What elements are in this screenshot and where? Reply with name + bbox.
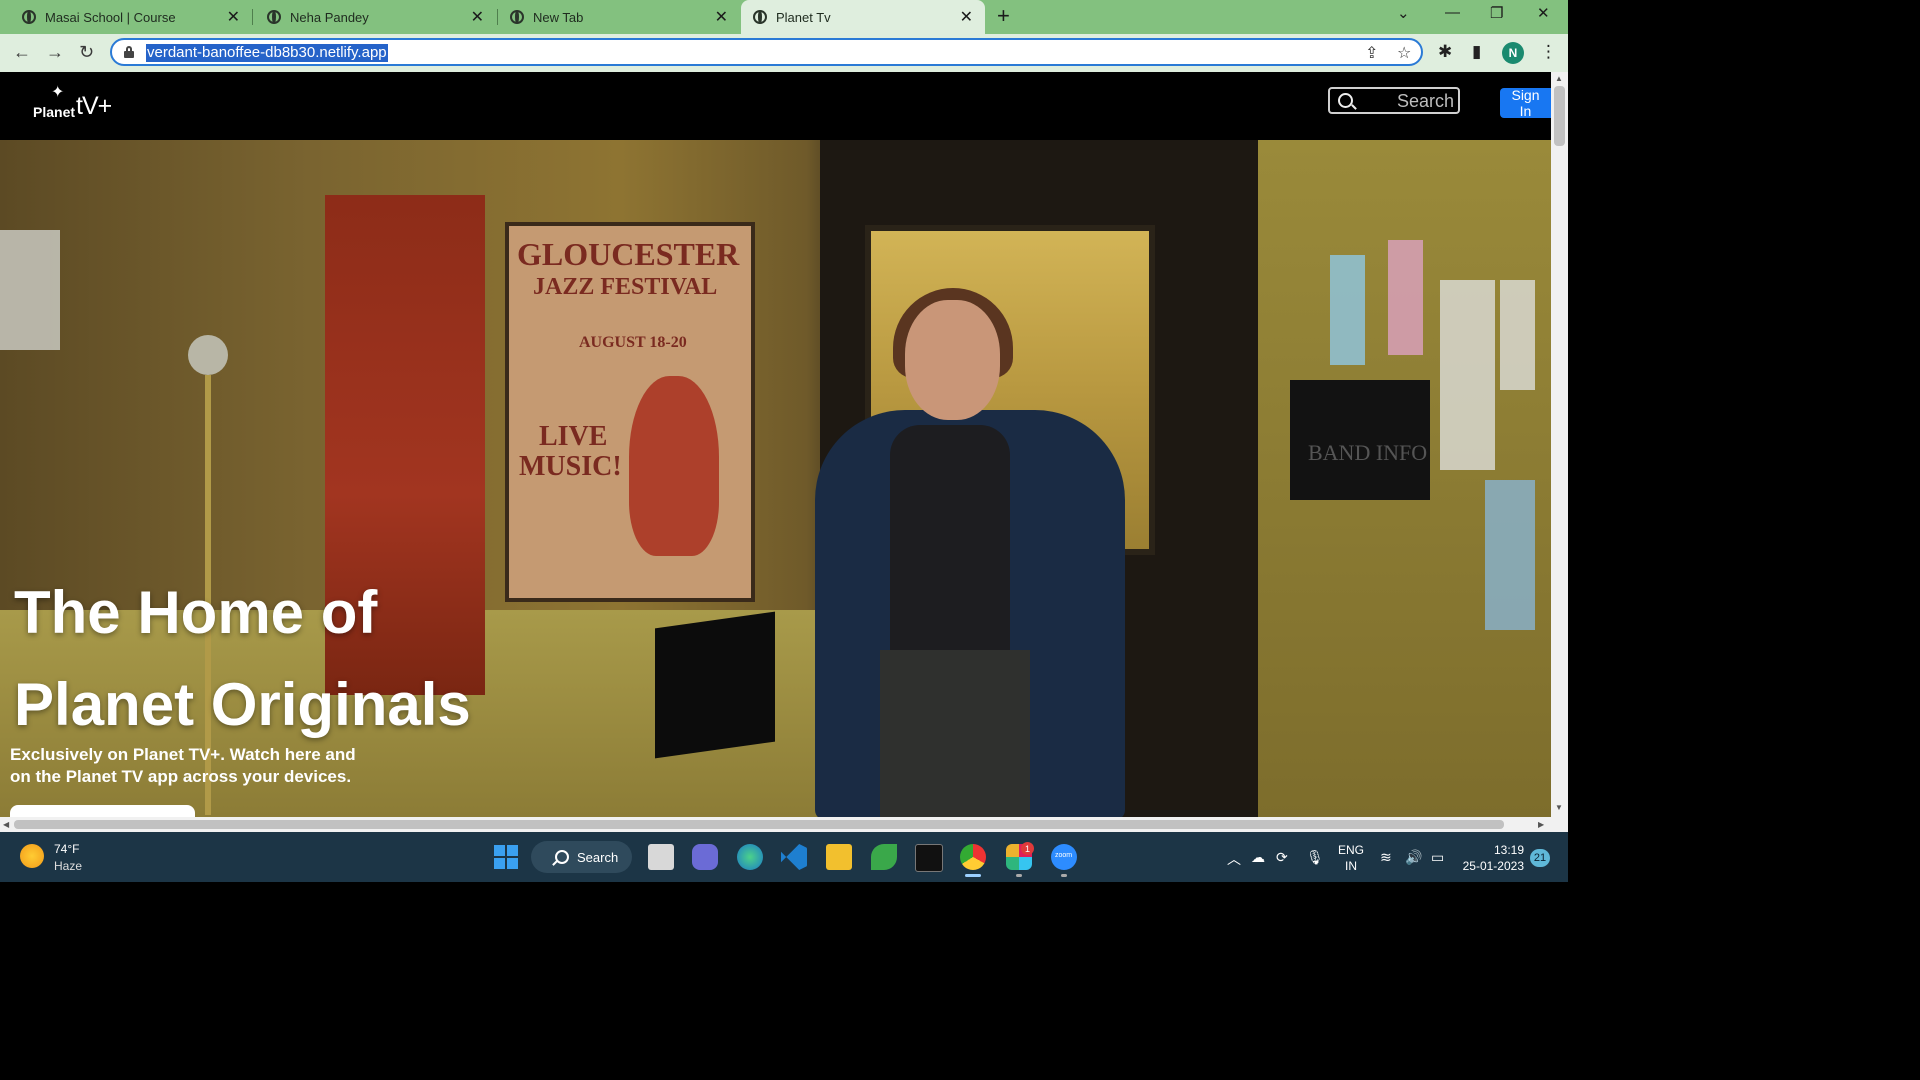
clock-time: 13:19 — [1493, 843, 1524, 857]
tab-planet-tv[interactable]: Planet Tv ✕ — [741, 0, 985, 34]
mailbox-text: BAND INFO — [1308, 440, 1428, 465]
side-panel-icon[interactable]: ▮ — [1472, 42, 1481, 62]
restore-icon[interactable]: ❐ — [1490, 4, 1503, 22]
browser-tab-bar: Masai School | Course ✕ Neha Pandey ✕ Ne… — [0, 0, 1568, 34]
zoom-icon[interactable]: zoom — [1051, 844, 1077, 877]
teams-chat-icon[interactable] — [692, 844, 718, 870]
address-bar[interactable]: verdant-banoffee-db8b30.netlify.app ⇪ ☆ — [110, 38, 1423, 66]
tab-search-chevron-down-icon[interactable]: ⌄ — [1397, 4, 1410, 22]
scroll-left-arrow-icon[interactable]: ◀ — [3, 820, 9, 829]
weather-condition[interactable]: Haze — [54, 859, 82, 873]
back-arrow-icon[interactable]: ← — [13, 42, 31, 63]
zoom-label: zoom — [1055, 852, 1073, 859]
microphone-icon[interactable]: 🎙 — [1306, 849, 1324, 866]
site-search-box[interactable] — [1328, 87, 1460, 114]
scroll-up-arrow-icon[interactable]: ▲ — [1555, 74, 1563, 83]
minimize-icon[interactable]: — — [1445, 4, 1460, 21]
tab-masai-school[interactable]: Masai School | Course ✕ — [0, 0, 252, 34]
sync-icon[interactable]: ⟳ — [1276, 849, 1288, 866]
file-explorer-icon[interactable] — [826, 844, 852, 870]
volume-icon[interactable]: 🔊 — [1405, 849, 1422, 866]
tab-title: Neha Pandey — [290, 9, 369, 25]
weather-temperature[interactable]: 74°F — [54, 842, 79, 856]
slack-notification-badge: 1 — [1021, 842, 1034, 855]
lock-icon[interactable] — [124, 46, 134, 58]
forward-arrow-icon[interactable]: → — [46, 42, 64, 63]
horizontal-scroll-thumb[interactable] — [14, 820, 1504, 829]
globe-icon — [22, 10, 36, 24]
scroll-down-arrow-icon[interactable]: ▼ — [1555, 803, 1563, 812]
chrome-icon — [510, 10, 524, 24]
edge-icon[interactable] — [737, 844, 763, 870]
notification-count-badge[interactable]: 21 — [1530, 849, 1550, 867]
kebab-menu-icon[interactable]: ⋮ — [1540, 42, 1557, 62]
windows-start-icon[interactable] — [494, 845, 518, 869]
close-tab-icon[interactable]: ✕ — [960, 7, 973, 27]
planet-logo-icon: ✦ — [51, 84, 65, 101]
search-icon[interactable] — [1338, 93, 1353, 108]
taskbar-search-label: Search — [577, 849, 619, 865]
site-navbar: ✦ Planet tV+ Sign In — [0, 72, 1551, 140]
logo-tv-text: tV+ — [76, 92, 112, 120]
sign-in-button[interactable]: Sign In — [1500, 87, 1551, 119]
new-tab-plus-icon[interactable]: + — [997, 3, 1010, 29]
lobster-illustration — [629, 376, 719, 556]
browser-toolbar: ← → ↻ verdant-banoffee-db8b30.netlify.ap… — [0, 34, 1568, 72]
hero-jazz-poster: GLOUCESTER JAZZ FESTIVAL AUGUST 18-20 LI… — [505, 222, 755, 602]
chrome-icon[interactable] — [960, 844, 986, 877]
onedrive-icon[interactable]: ☁ — [1251, 849, 1265, 866]
web-page: ✦ Planet tV+ Sign In GLOUCESTER JAZZ FES… — [0, 72, 1551, 817]
tab-neha-pandey[interactable]: Neha Pandey ✕ — [253, 0, 496, 34]
hero-person-pants — [880, 650, 1030, 817]
bookmark-star-icon[interactable]: ☆ — [1397, 43, 1411, 63]
tab-title: New Tab — [533, 9, 584, 25]
hero-subtitle: Exclusively on Planet TV+. Watch here an… — [10, 745, 356, 786]
scroll-right-arrow-icon[interactable]: ▶ — [1538, 820, 1544, 829]
hero-mailbox: BAND INFO — [1290, 380, 1430, 500]
battery-icon[interactable]: ▭ — [1431, 849, 1444, 866]
wifi-icon[interactable]: ≋ — [1380, 849, 1392, 866]
clock-date: 25-01-2023 — [1462, 859, 1524, 873]
close-tab-icon[interactable]: ✕ — [227, 7, 240, 27]
hero-lamp — [188, 335, 228, 375]
windows-taskbar: 74°F Haze Search zoom ︿ ☁ ⟳ 🎙 ENG IN ≋ 🔊… — [0, 832, 1568, 882]
extensions-puzzle-icon[interactable]: ✱ — [1438, 42, 1452, 62]
tab-title: Masai School | Course — [45, 9, 176, 25]
hero-music-stand — [655, 611, 775, 759]
share-icon[interactable]: ⇪ — [1365, 43, 1378, 63]
task-view-icon[interactable] — [648, 844, 674, 870]
globe-icon — [267, 10, 281, 24]
start-free-trial-button[interactable] — [10, 805, 195, 817]
close-tab-icon[interactable]: ✕ — [715, 7, 728, 27]
hero-person-face — [905, 300, 1000, 420]
vertical-scroll-thumb[interactable] — [1554, 86, 1565, 146]
weather-haze-icon[interactable] — [20, 844, 44, 868]
system-clock[interactable]: 13:19 25-01-2023 — [1462, 842, 1524, 874]
hero-person-shirt — [890, 425, 1010, 655]
show-hidden-icons-chevron-up-icon[interactable]: ︿ — [1227, 849, 1241, 869]
profile-avatar[interactable]: N — [1502, 42, 1524, 64]
close-tab-icon[interactable]: ✕ — [471, 7, 484, 27]
language-indicator[interactable]: ENG IN — [1338, 842, 1364, 874]
mongodb-compass-icon[interactable] — [871, 844, 897, 870]
globe-icon — [753, 10, 767, 24]
tab-new-tab[interactable]: New Tab ✕ — [498, 0, 740, 34]
reload-icon[interactable]: ↻ — [79, 42, 94, 63]
logo-planet-text: Planet — [33, 104, 76, 120]
search-input[interactable] — [1366, 90, 1456, 113]
tab-title: Planet Tv — [776, 9, 831, 25]
terminal-icon[interactable] — [915, 844, 943, 872]
close-window-icon[interactable]: ✕ — [1537, 4, 1550, 22]
url-text[interactable]: verdant-banoffee-db8b30.netlify.app — [146, 44, 388, 62]
hero-title: The Home of Planet Originals — [14, 579, 471, 738]
taskbar-search-button[interactable]: Search — [531, 841, 632, 873]
search-icon — [555, 850, 569, 864]
horizontal-scrollbar[interactable]: ◀ ▶ — [0, 817, 1568, 832]
vscode-icon[interactable] — [781, 844, 807, 870]
vertical-scrollbar[interactable]: ▲ ▼ — [1551, 72, 1568, 817]
